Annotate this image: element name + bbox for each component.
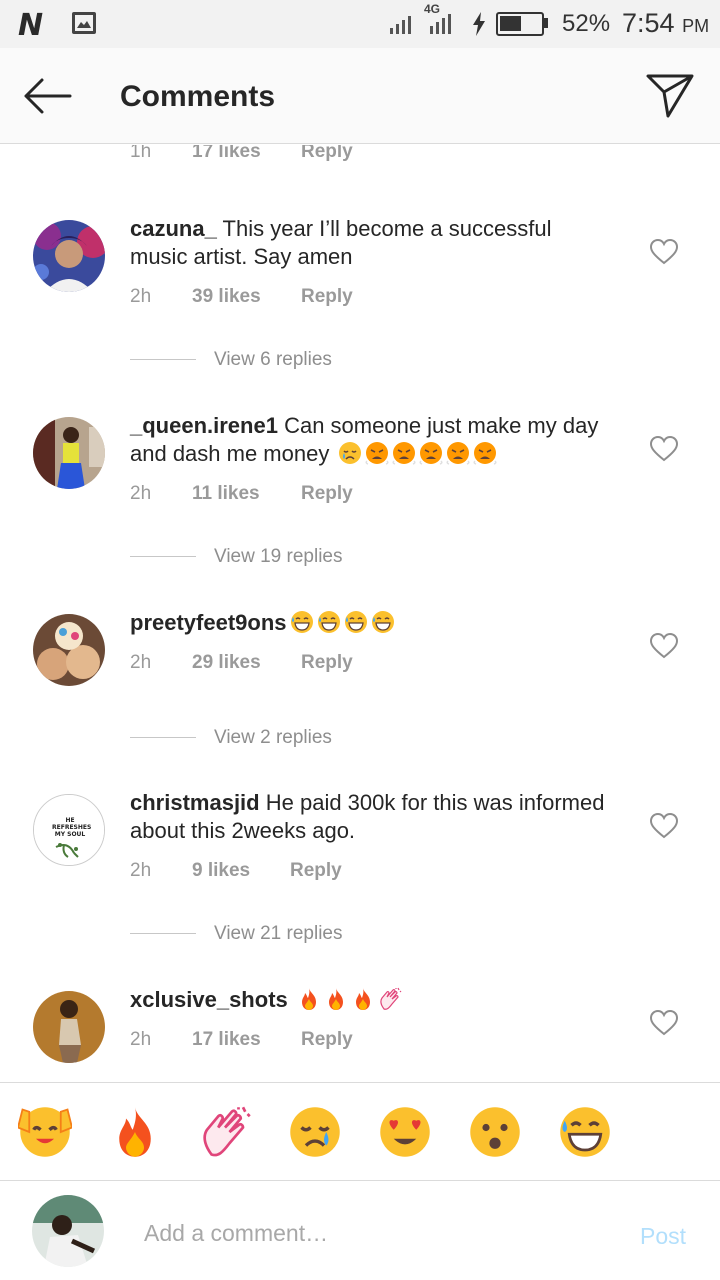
comment-emojis bbox=[294, 987, 402, 1012]
heart-icon[interactable] bbox=[650, 239, 678, 265]
app-header: Comments bbox=[0, 48, 720, 144]
surprised-face-emoji-button[interactable] bbox=[468, 1105, 522, 1159]
view-replies-label[interactable]: View 2 replies bbox=[214, 727, 332, 748]
comment-body: preetyfeet9ons bbox=[130, 609, 610, 637]
heart-icon[interactable] bbox=[650, 813, 678, 839]
battery-icon bbox=[496, 12, 544, 36]
comment-username[interactable]: christmasjid bbox=[130, 790, 260, 815]
raised-hands-emoji-button[interactable] bbox=[16, 1105, 74, 1159]
reply-button[interactable]: Reply bbox=[301, 145, 353, 163]
avatar[interactable] bbox=[33, 417, 105, 489]
view-replies-line bbox=[130, 556, 196, 558]
fire-emoji bbox=[351, 987, 375, 1011]
clock: 7:54 PM bbox=[622, 8, 709, 39]
comment-input[interactable] bbox=[144, 1217, 604, 1249]
clock-time: 7:54 bbox=[622, 8, 675, 38]
fire-emoji-button[interactable] bbox=[108, 1105, 162, 1159]
view-replies-line bbox=[130, 359, 196, 361]
reply-button[interactable]: Reply bbox=[301, 483, 353, 505]
current-user-avatar bbox=[32, 1195, 104, 1267]
view-replies-line bbox=[130, 737, 196, 739]
view-replies[interactable]: View 21 replies bbox=[130, 923, 343, 945]
signal-4g-icon bbox=[430, 14, 451, 34]
view-replies-label[interactable]: View 6 replies bbox=[214, 349, 332, 370]
heart-icon[interactable] bbox=[650, 633, 678, 659]
heart-eyes-emoji-button[interactable] bbox=[378, 1105, 432, 1159]
crying-sad-emoji bbox=[338, 441, 362, 465]
fire-emoji bbox=[324, 987, 348, 1011]
steam-angry-emoji bbox=[392, 441, 417, 465]
heart-icon[interactable] bbox=[650, 1010, 678, 1036]
status-bar: N 4G 52% 7:54 PM bbox=[0, 0, 720, 48]
view-replies-label[interactable]: View 19 replies bbox=[214, 546, 343, 567]
comment-time: 2h bbox=[130, 286, 152, 307]
comment-likes[interactable]: 9 likes bbox=[192, 860, 250, 882]
paper-plane-icon[interactable] bbox=[644, 70, 696, 120]
view-replies-label[interactable]: View 21 replies bbox=[214, 923, 343, 944]
crying-face-emoji-button[interactable] bbox=[288, 1105, 342, 1159]
comment-likes[interactable]: 11 likes bbox=[192, 483, 260, 505]
fire-emoji bbox=[297, 987, 321, 1011]
comment-time: 2h bbox=[130, 483, 152, 504]
comment-time: 2h bbox=[130, 652, 152, 673]
comment-time: 2h bbox=[130, 860, 152, 881]
post-button[interactable]: Post bbox=[640, 1223, 686, 1250]
comment-composer: Post bbox=[0, 1180, 720, 1280]
comment-likes[interactable]: 29 likes bbox=[192, 652, 261, 674]
comment-body: cazuna_ This year I’ll become a successf… bbox=[130, 215, 610, 271]
comments-list[interactable]: 1h 17 likes Reply cazuna_ This year I’ll… bbox=[0, 145, 720, 1081]
charging-icon bbox=[473, 12, 485, 36]
grin-sweat-emoji bbox=[317, 610, 341, 634]
comment-time: 2h bbox=[130, 1029, 152, 1050]
grin-sweat-emoji bbox=[371, 610, 395, 634]
comment-likes[interactable]: 17 likes bbox=[192, 1029, 261, 1051]
grin-sweat-emoji-button[interactable] bbox=[558, 1105, 612, 1159]
avatar[interactable] bbox=[33, 220, 105, 292]
avatar[interactable] bbox=[33, 991, 105, 1063]
comment-likes[interactable]: 39 likes bbox=[192, 286, 261, 308]
grin-sweat-emoji bbox=[290, 610, 314, 634]
grin-sweat-emoji bbox=[344, 610, 368, 634]
view-replies[interactable]: View 6 replies bbox=[130, 349, 332, 371]
notification-n-icon: N bbox=[18, 8, 44, 43]
comment-emojis bbox=[287, 610, 395, 635]
page-title: Comments bbox=[120, 80, 276, 113]
view-replies[interactable]: View 2 replies bbox=[130, 727, 332, 749]
view-replies[interactable]: View 19 replies bbox=[130, 546, 343, 568]
avatar[interactable] bbox=[33, 614, 105, 686]
signal-icon bbox=[390, 16, 411, 34]
comment-username[interactable]: preetyfeet9ons bbox=[130, 610, 287, 635]
comment-username[interactable]: _queen.irene1 bbox=[130, 413, 278, 438]
avatar[interactable]: HE REFRESHES MY SOUL bbox=[33, 794, 105, 866]
clapping-hands-emoji bbox=[378, 987, 402, 1011]
avatar-lettering: HE REFRESHES MY SOUL bbox=[52, 817, 92, 838]
clock-ampm: PM bbox=[682, 16, 710, 36]
comment-username[interactable]: cazuna_ bbox=[130, 216, 217, 241]
comment-body: christmasjid He paid 300k for this was i… bbox=[130, 789, 610, 845]
clapping-hands-emoji-button[interactable] bbox=[198, 1105, 252, 1159]
gallery-notification-icon bbox=[72, 12, 96, 34]
emoji-quick-bar bbox=[0, 1082, 720, 1180]
battery-percent: 52% bbox=[562, 10, 611, 37]
heart-icon[interactable] bbox=[650, 436, 678, 462]
view-replies-line bbox=[130, 933, 196, 935]
reply-button[interactable]: Reply bbox=[301, 286, 353, 308]
comment-emojis bbox=[335, 441, 498, 466]
comment-body: xclusive_shots bbox=[130, 986, 610, 1014]
arrow-left-icon[interactable] bbox=[20, 76, 76, 116]
reply-button[interactable]: Reply bbox=[301, 1029, 353, 1051]
steam-angry-emoji bbox=[419, 441, 444, 465]
comment-username[interactable]: xclusive_shots bbox=[130, 987, 288, 1012]
steam-angry-emoji bbox=[365, 441, 390, 465]
comment-time: 1h bbox=[130, 145, 152, 162]
steam-angry-emoji bbox=[473, 441, 498, 465]
comment-likes[interactable]: 17 likes bbox=[192, 145, 261, 163]
steam-angry-emoji bbox=[446, 441, 471, 465]
comment-body: _queen.irene1 Can someone just make my d… bbox=[130, 412, 610, 468]
battery-tip bbox=[544, 18, 548, 28]
reply-button[interactable]: Reply bbox=[290, 860, 342, 882]
reply-button[interactable]: Reply bbox=[301, 652, 353, 674]
